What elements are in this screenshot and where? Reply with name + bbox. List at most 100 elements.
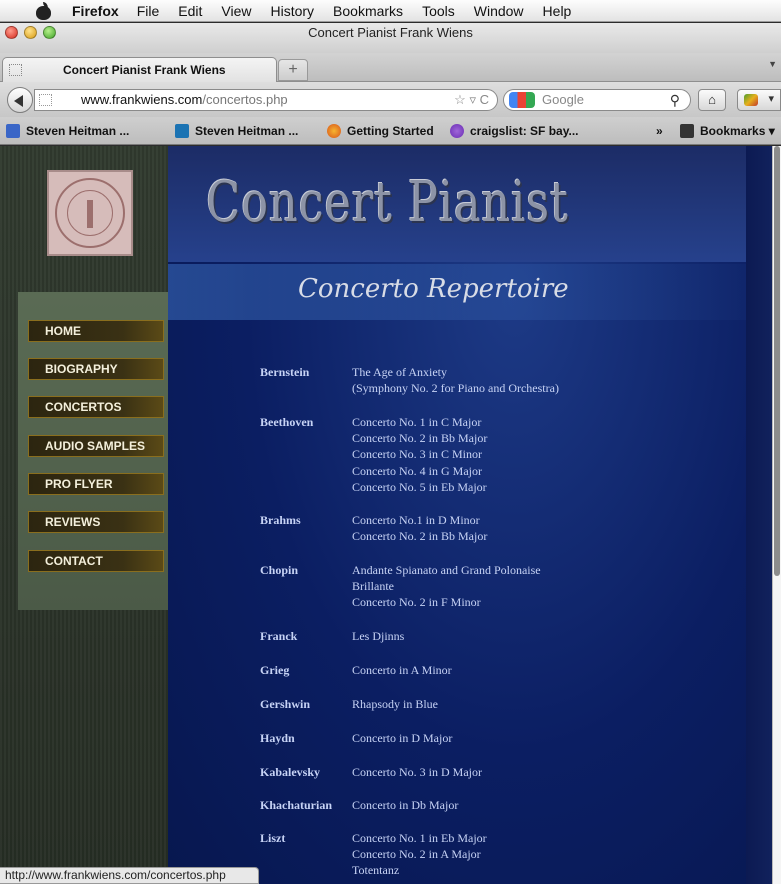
composer-name: Chopin <box>260 563 299 577</box>
works-list: Concerto in A Minor <box>352 662 652 678</box>
composer-name: Liszt <box>260 831 286 845</box>
work-title: Concerto in A Minor <box>352 663 452 677</box>
url-bar[interactable]: www.frankwiens.com/concertos.php ☆ ▿ C <box>34 89 498 111</box>
bookmark-getting-started[interactable]: Getting Started <box>327 117 434 145</box>
works-list: Concerto No. 1 in C Major Concerto No. 2… <box>352 414 652 495</box>
home-button[interactable]: ⌂ <box>698 89 726 111</box>
menu-bookmarks[interactable]: Bookmarks <box>333 3 403 19</box>
bookmark-steven-heitman-1[interactable]: Steven Heitman ... <box>6 117 129 145</box>
google-search-engine-icon[interactable] <box>509 92 535 108</box>
default-favicon-icon <box>9 64 22 76</box>
window-controls <box>5 26 56 39</box>
back-button[interactable] <box>7 87 33 113</box>
nav-biography[interactable]: BIOGRAPHY <box>28 358 164 380</box>
composer-name: Haydn <box>260 731 295 745</box>
bookmarks-toolbar: Steven Heitman ... Steven Heitman ... Ge… <box>0 117 781 145</box>
menu-history[interactable]: History <box>270 3 314 19</box>
menu-file[interactable]: File <box>137 3 160 19</box>
work-title: Concerto No. 3 in D Major <box>352 765 482 779</box>
work-title: Brillante <box>352 579 394 594</box>
works-list: Concerto in Db Major <box>352 797 652 813</box>
works-list: Concerto No. 1 in Eb Major Concerto No. … <box>352 830 652 879</box>
url-host: www.frankwiens.com <box>81 92 203 107</box>
menu-help[interactable]: Help <box>543 3 572 19</box>
addon-button[interactable] <box>737 89 781 111</box>
works-list: Les Djinns <box>352 628 652 644</box>
work-title: Concerto No. 4 in G Major <box>352 463 482 478</box>
composer-name: Brahms <box>260 513 301 527</box>
work-title: Totentanz <box>352 863 400 878</box>
work-title: Concerto No. 3 in C Minor <box>352 447 482 462</box>
peace-sign-icon <box>450 124 464 138</box>
site-identity-icon[interactable] <box>39 94 52 106</box>
university-of-the-pacific-seal <box>47 170 133 256</box>
history-dropdown-icon[interactable]: ▿ <box>469 92 476 107</box>
composer-name: Franck <box>260 629 298 643</box>
works-list: Rhapsody in Blue <box>352 696 652 712</box>
menu-edit[interactable]: Edit <box>178 3 202 19</box>
nav-home[interactable]: HOME <box>28 320 164 342</box>
sidebar: HOME BIOGRAPHY CONCERTOS AUDIO SAMPLES P… <box>0 146 168 884</box>
work-title: Concerto No.1 in D Minor <box>352 513 480 527</box>
tab-strip: Concert Pianist Frank Wiens + ▼ <box>0 53 781 83</box>
works-list: Concerto No.1 in D Minor Concerto No. 2 … <box>352 512 652 544</box>
menu-app-firefox[interactable]: Firefox <box>72 3 119 19</box>
menu-tools[interactable]: Tools <box>422 3 455 19</box>
work-title: Concerto No. 1 in Eb Major <box>352 831 487 845</box>
works-list: Concerto No. 3 in D Major <box>352 764 652 780</box>
zoom-window-button[interactable] <box>43 26 56 39</box>
composer-name: Gershwin <box>260 697 311 711</box>
bookmark-craigslist[interactable]: craigslist: SF bay... <box>450 117 578 145</box>
bookmarks-menu-button[interactable]: Bookmarks ▾ <box>680 117 775 145</box>
new-tab-button[interactable]: + <box>278 59 308 81</box>
search-icon[interactable]: ⚲ <box>670 90 680 110</box>
navigation-toolbar: www.frankwiens.com/concertos.php ☆ ▿ C G… <box>0 82 781 117</box>
search-bar[interactable]: Google ⚲ <box>503 89 691 111</box>
nav-pro-flyer[interactable]: PRO FLYER <box>28 473 164 495</box>
tab-label: Concert Pianist Frank Wiens <box>63 63 226 77</box>
site-title: Concert Pianist <box>206 170 569 235</box>
torch-icon <box>87 200 93 228</box>
composer-name: Khachaturian <box>260 798 333 812</box>
apple-icon[interactable] <box>34 1 56 20</box>
bookmark-favicon-icon <box>6 124 20 138</box>
window-title: Concert Pianist Frank Wiens <box>308 25 473 40</box>
site-navigation: HOME BIOGRAPHY CONCERTOS AUDIO SAMPLES P… <box>18 292 168 610</box>
tab-list-dropdown-icon[interactable]: ▼ <box>768 59 777 69</box>
search-input[interactable]: Google <box>542 90 584 110</box>
linkedin-icon <box>175 124 189 138</box>
menu-view[interactable]: View <box>221 3 251 19</box>
nav-audio-samples[interactable]: AUDIO SAMPLES <box>28 435 164 457</box>
work-title: Rhapsody in Blue <box>352 697 438 711</box>
bookmark-star-icon[interactable]: ☆ <box>454 92 466 107</box>
link-status-bar: http://www.frankwiens.com/concertos.php <box>0 867 259 884</box>
nav-concertos[interactable]: CONCERTOS <box>28 396 164 418</box>
work-title: Concerto No. 2 in A Major <box>352 847 481 862</box>
work-title: Concerto No. 2 in Bb Major <box>352 529 488 544</box>
bookmark-steven-heitman-2[interactable]: Steven Heitman ... <box>175 117 298 145</box>
bookmarks-overflow-chevron[interactable]: » <box>656 117 663 145</box>
close-window-button[interactable] <box>5 26 18 39</box>
reload-icon[interactable]: C <box>480 92 489 107</box>
work-title: The Age of Anxiety <box>352 365 447 379</box>
work-title: Concerto No. 2 in Bb Major <box>352 431 488 446</box>
work-title: Concerto No. 5 in Eb Major <box>352 479 487 494</box>
menu-bar: Firefox File Edit View History Bookmarks… <box>0 0 781 22</box>
menu-window[interactable]: Window <box>474 3 524 19</box>
nav-contact[interactable]: CONTACT <box>28 550 164 572</box>
work-title: Concerto in Db Major <box>352 798 459 812</box>
minimize-window-button[interactable] <box>24 26 37 39</box>
scrollbar-thumb[interactable] <box>774 146 780 576</box>
composer-name: Kabalevsky <box>260 765 321 779</box>
site-header: Concert Pianist <box>168 146 746 262</box>
nav-reviews[interactable]: REVIEWS <box>28 511 164 533</box>
page-subtitle: Concerto Repertoire <box>298 274 569 304</box>
work-title: Concerto in D Major <box>352 731 453 745</box>
tab-concert-pianist[interactable]: Concert Pianist Frank Wiens <box>2 57 277 83</box>
window-titlebar: Concert Pianist Frank Wiens <box>0 23 781 53</box>
bookmarks-star-icon <box>680 124 694 138</box>
work-title: Andante Spianato and Grand Polonaise <box>352 563 541 577</box>
works-list: Andante Spianato and Grand Polonaise Bri… <box>352 562 652 611</box>
works-list: The Age of Anxiety (Symphony No. 2 for P… <box>352 364 652 396</box>
work-title: Concerto No. 1 in C Major <box>352 415 482 429</box>
